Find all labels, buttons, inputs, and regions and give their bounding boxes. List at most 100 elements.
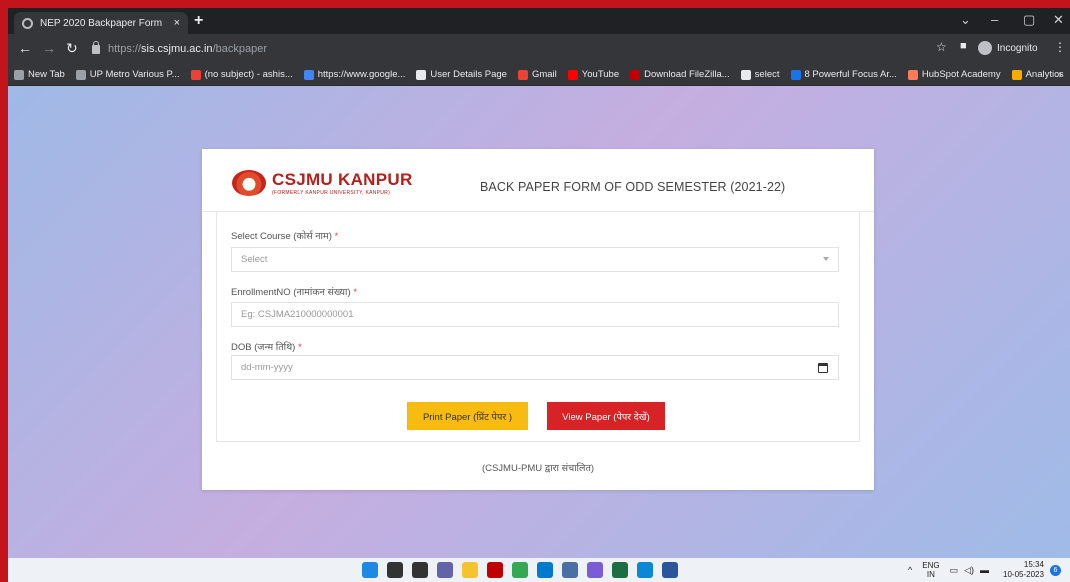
gmail-icon: [517, 69, 528, 80]
calendar-icon[interactable]: [818, 363, 828, 373]
system-tray: ^ ENG IN ▭ ◁) ▬ 15:34 10-05-2023 6: [908, 560, 1061, 580]
print-paper-button[interactable]: Print Paper (प्रिंट पेपर ): [407, 402, 528, 430]
address-bar[interactable]: https://sis.csjmu.ac.in/backpaper: [92, 39, 852, 59]
side-panel-icon[interactable]: ■: [960, 40, 967, 52]
vscode-icon[interactable]: [537, 562, 553, 578]
volume-icon[interactable]: ◁): [964, 565, 974, 576]
battery-icon[interactable]: ▬: [980, 565, 989, 575]
analytics-icon: [1011, 69, 1022, 80]
bookmark-label: 8 Powerful Focus Ar...: [804, 69, 897, 80]
lock-icon: [92, 40, 100, 54]
back-arrow-icon[interactable]: ←: [18, 40, 32, 56]
university-logo: CSJMU KANPUR (FORMERLY KANPUR UNIVERSITY…: [232, 170, 413, 196]
taskbar-apps: [362, 562, 687, 578]
bookmark-label: https://www.google...: [317, 69, 406, 80]
browser-toolbar: ← → ↻ https://sis.csjmu.ac.in/backpaper …: [8, 34, 1070, 64]
dob-label: DOB (जन्म तिथि) *: [231, 342, 302, 353]
search-icon[interactable]: [387, 562, 403, 578]
bookmark-item[interactable]: 8 Powerful Focus Ar...: [790, 69, 897, 80]
course-label: Select Course (कोर्स नाम) *: [231, 231, 339, 242]
bookmarks-bar: New Tab UP Metro Various P... (no subject)…: [8, 64, 1070, 86]
bookmark-label: User Details Page: [430, 69, 507, 80]
bookmark-item[interactable]: select: [740, 69, 780, 80]
task-view-icon[interactable]: [412, 562, 428, 578]
incognito-indicator[interactable]: Incognito: [978, 41, 1038, 55]
bookmark-item[interactable]: (no subject) - ashis...: [190, 69, 293, 80]
bookmark-item[interactable]: HubSpot Academy: [907, 69, 1001, 80]
bookmark-item[interactable]: Download FileZilla...: [630, 69, 730, 80]
form-title: BACK PAPER FORM OF ODD SEMESTER (2021-22…: [480, 180, 786, 194]
notification-badge[interactable]: 6: [1049, 564, 1061, 576]
browser-window: NEP 2020 Backpaper Form × + ⌄ – ▢ ✕ ← → …: [8, 8, 1070, 582]
bookmark-item[interactable]: YouTube: [567, 69, 620, 80]
new-tab-button[interactable]: +: [194, 12, 203, 30]
logo-title: CSJMU KANPUR: [272, 170, 413, 189]
course-select-value: Select: [241, 254, 268, 265]
url-text: https://sis.csjmu.ac.in/backpaper: [108, 43, 267, 55]
page-icon: [790, 69, 801, 80]
tab-title: NEP 2020 Backpaper Form: [40, 17, 163, 29]
page-icon: [75, 69, 86, 80]
edge-icon[interactable]: [637, 562, 653, 578]
tab-strip: NEP 2020 Backpaper Form × + ⌄ – ▢ ✕: [8, 8, 1070, 34]
windows-start-icon[interactable]: [362, 562, 378, 578]
network-icon[interactable]: ▭: [950, 565, 959, 576]
windows-taskbar: ^ ENG IN ▭ ◁) ▬ 15:34 10-05-2023 6: [8, 558, 1070, 582]
logo-subtitle: (FORMERLY KANPUR UNIVERSITY, KANPUR): [272, 190, 391, 196]
paint-icon[interactable]: [587, 562, 603, 578]
bookmark-label: (no subject) - ashis...: [204, 69, 293, 80]
powered-by-footer: (CSJMU-PMU द्वारा संचालित): [481, 463, 595, 474]
bookmark-item[interactable]: User Details Page: [416, 69, 507, 80]
bookmark-label: UP Metro Various P...: [89, 69, 180, 80]
word-icon[interactable]: [662, 562, 678, 578]
university-seal-icon: [232, 170, 266, 196]
bookmark-label: YouTube: [581, 69, 620, 80]
incognito-label: Incognito: [997, 42, 1038, 54]
language-indicator[interactable]: ENG IN: [922, 561, 939, 579]
page-viewport: CSJMU KANPUR (FORMERLY KANPUR UNIVERSITY…: [8, 86, 1070, 558]
file-explorer-icon[interactable]: [462, 562, 478, 578]
dob-input[interactable]: dd-mm-yyyy: [231, 355, 839, 380]
chevron-down-icon: [823, 257, 829, 261]
tab-search-icon[interactable]: ⌄: [960, 12, 971, 28]
globe-icon: [14, 69, 24, 80]
bookmark-item[interactable]: New Tab: [14, 69, 65, 80]
incognito-icon: [978, 41, 992, 55]
tab-backpaper-form[interactable]: NEP 2020 Backpaper Form ×: [14, 12, 188, 34]
select-icon: [740, 69, 751, 80]
minimize-button[interactable]: –: [991, 12, 998, 27]
browser-menu-icon[interactable]: ⋮: [1054, 40, 1066, 54]
view-paper-button[interactable]: View Paper (पेपर देखें): [547, 402, 665, 430]
bookmark-label: select: [754, 69, 780, 80]
youtube-icon: [567, 69, 578, 80]
bookmark-label: Gmail: [531, 69, 557, 80]
gmail-icon: [190, 69, 201, 80]
chat-icon[interactable]: [437, 562, 453, 578]
bookmark-item[interactable]: UP Metro Various P...: [75, 69, 180, 80]
tab-close-icon[interactable]: ×: [174, 17, 180, 29]
hubspot-icon: [907, 69, 918, 80]
filezilla-icon: [630, 69, 641, 80]
course-select[interactable]: Select: [231, 247, 839, 272]
backpaper-form-card: CSJMU KANPUR (FORMERLY KANPUR UNIVERSITY…: [202, 149, 874, 490]
maximize-button[interactable]: ▢: [1023, 12, 1035, 28]
tray-overflow-icon[interactable]: ^: [908, 565, 912, 575]
bookmark-label: Download FileZilla...: [644, 69, 730, 80]
dob-placeholder: dd-mm-yyyy: [241, 362, 293, 373]
filezilla-icon[interactable]: [487, 562, 503, 578]
excel-icon[interactable]: [612, 562, 628, 578]
bookmark-label: New Tab: [28, 69, 65, 80]
bookmark-star-icon[interactable]: ☆: [936, 40, 947, 54]
chrome-icon[interactable]: [512, 562, 528, 578]
enrollment-placeholder: Eg: CSJMA210000000001: [241, 309, 354, 320]
enrollment-input[interactable]: Eg: CSJMA210000000001: [231, 302, 839, 327]
reload-icon[interactable]: ↻: [66, 40, 78, 57]
bookmark-item[interactable]: Gmail: [517, 69, 557, 80]
close-window-button[interactable]: ✕: [1053, 12, 1064, 28]
forward-arrow-icon[interactable]: →: [42, 40, 56, 56]
bookmark-item[interactable]: https://www.google...: [303, 69, 406, 80]
clock[interactable]: 15:34 10-05-2023: [1003, 560, 1044, 580]
bookmarks-overflow-button[interactable]: »: [1056, 69, 1062, 80]
settings-icon[interactable]: [562, 562, 578, 578]
form-body: Select Course (कोर्स नाम) * Select Enrol…: [216, 212, 860, 442]
